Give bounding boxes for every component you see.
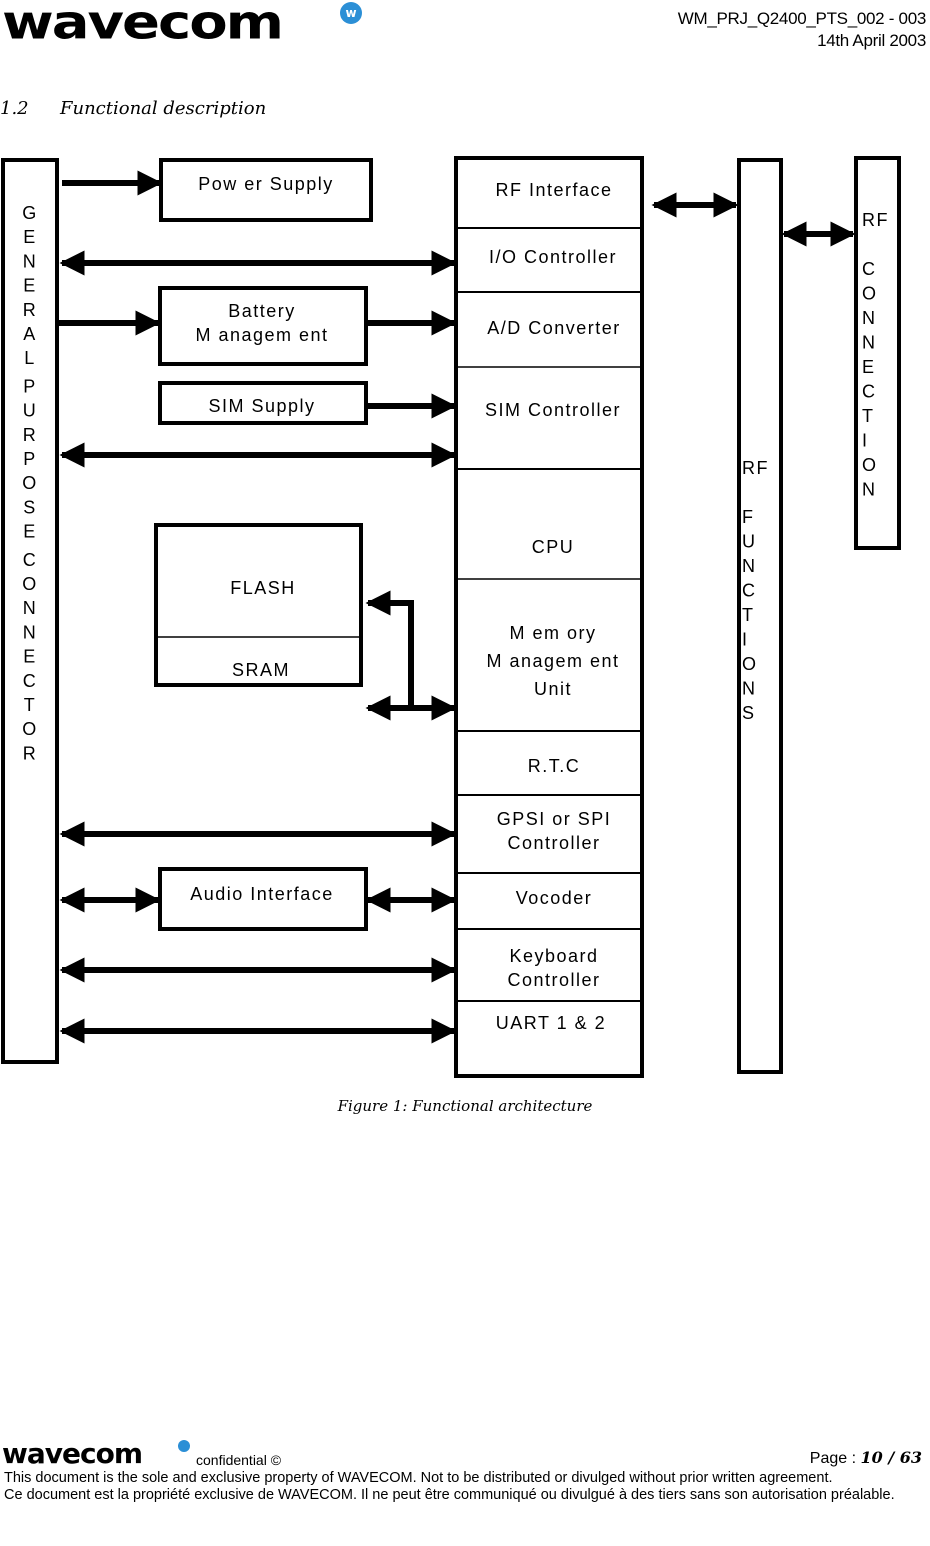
core-column: RF Interface I/O Controller A/D Converte… (454, 156, 644, 1078)
general-purpose-connector-letter: N (23, 598, 38, 618)
ad-converter-label: A/D Converter (487, 318, 621, 338)
rf-functions-letter: T (742, 605, 755, 625)
general-purpose-connector-letter: C (23, 550, 38, 570)
general-purpose-connector-letter: R (23, 300, 38, 320)
general-purpose-connector-letter: U (23, 401, 38, 421)
sim-controller-label: SIM Controller (485, 400, 621, 420)
general-purpose-connector-letter: G (22, 203, 38, 223)
rf-functions-letter: N (742, 679, 757, 699)
footer-wavecom-logo: wavecom (2, 1437, 143, 1470)
rf-interface-label: RF Interface (495, 180, 612, 200)
flash-label: FLASH (230, 578, 296, 598)
mmu-label-line3: Unit (534, 679, 572, 699)
rf-connection-letter: C (862, 259, 877, 279)
document-date: 14th April 2003 (817, 31, 926, 50)
rf-connection-letter: C (862, 382, 877, 402)
footer-confidential: confidential © (196, 1452, 282, 1468)
page-number: 10 / 63 (860, 1448, 922, 1467)
keyboard-label-line2: Controller (507, 970, 600, 990)
mmu-label-line1: M em ory (509, 623, 596, 643)
general-purpose-connector-letter: C (23, 671, 38, 691)
disclaimer-french: Ce document est la propriété exclusive d… (4, 1487, 895, 1503)
footer-disclaimer: This document is the sole and exclusive … (4, 1470, 924, 1504)
disclaimer-english: This document is the sole and exclusive … (4, 1470, 833, 1486)
section-number: 1.2 (0, 98, 29, 119)
wavecom-logo-mark-icon: w (340, 2, 362, 24)
sram-label: SRAM (232, 660, 290, 680)
general-purpose-connector: GENERALPURPOSECONNECTOR (1, 158, 59, 1064)
rf-connection-letter: T (862, 406, 875, 426)
general-purpose-connector-letter: E (23, 522, 37, 542)
rf-connection-letter: E (862, 357, 876, 377)
general-purpose-connector-letter: N (23, 622, 38, 642)
general-purpose-connector-letter: R (23, 743, 38, 763)
mmu-label-line2: M anagem ent (486, 651, 619, 671)
general-purpose-connector-letter: A (23, 324, 37, 344)
rf-functions-letter: I (742, 630, 749, 650)
rf-functions-letter: O (742, 654, 758, 674)
battery-management-label-line1: Battery (228, 301, 296, 321)
io-controller-label: I/O Controller (489, 247, 617, 267)
rf-connection-letter: RF (862, 210, 889, 230)
footer-page-indicator: Page : 10 / 63 (810, 1448, 922, 1468)
gpsi-label-line1: GPSI or SPI (497, 809, 612, 829)
rtc-label: R.T.C (528, 756, 581, 776)
gpsi-label-line2: Controller (507, 833, 600, 853)
rf-connection-letter: I (862, 431, 869, 451)
rf-connection-letter: O (862, 455, 878, 475)
keyboard-label-line1: Keyboard (509, 946, 598, 966)
rf-functions-letter: F (742, 507, 755, 527)
general-purpose-connector-letter: N (23, 251, 38, 271)
general-purpose-connector-letter: R (23, 425, 38, 445)
sim-supply-label: SIM Supply (208, 396, 315, 416)
figure-caption: Figure 1: Functional architecture (337, 1097, 593, 1115)
general-purpose-connector-letter: P (23, 376, 37, 396)
section-title: Functional description (60, 98, 267, 119)
section-heading: 1.2 Functional description (0, 98, 266, 119)
power-supply-label: Pow er Supply (198, 174, 334, 194)
rf-connection-letter: O (862, 284, 878, 304)
sim-supply-block: SIM Supply (158, 381, 368, 425)
audio-interface-block: Audio Interface (158, 867, 368, 931)
document-id: WM_PRJ_Q2400_PTS_002 - 003 (677, 9, 927, 28)
rf-functions-letter: U (742, 532, 757, 552)
rf-functions-letter: N (742, 556, 757, 576)
rf-connection-letter: N (862, 308, 877, 328)
functional-architecture-diagram: GENERALPURPOSECONNECTOR Pow er Supply Ba… (1, 156, 901, 1078)
power-supply-block: Pow er Supply (159, 158, 373, 222)
general-purpose-connector-letter: T (24, 695, 37, 715)
flash-sram-block: FLASH SRAM (154, 523, 363, 687)
general-purpose-connector-letter: E (23, 647, 37, 667)
general-purpose-connector-letter: P (23, 449, 37, 469)
battery-management-label-line2: M anagem ent (195, 325, 328, 345)
audio-interface-label: Audio Interface (190, 884, 334, 904)
wavecom-logo: wavecom (2, 0, 284, 51)
footer-logo-mark-icon (178, 1440, 190, 1452)
rf-functions-letter: RF (742, 458, 769, 478)
general-purpose-connector-letter: E (23, 276, 37, 296)
arrow-flash-mmu (365, 590, 414, 708)
vocoder-label: Vocoder (516, 888, 593, 908)
page-label: Page : (809, 1450, 861, 1467)
rf-functions-letter: S (742, 703, 756, 723)
document-reference: WM_PRJ_Q2400_PTS_002 - 003 14th April 20… (677, 8, 927, 52)
rf-connection-letter: N (862, 480, 877, 500)
rf-connection-block: RFCONNECTION (854, 156, 901, 550)
general-purpose-connector-letter: O (22, 719, 38, 739)
rf-connection-letter: N (862, 333, 877, 353)
general-purpose-connector-letter: S (23, 497, 37, 517)
rf-functions-letter: C (742, 581, 757, 601)
general-purpose-connector-letter: E (23, 227, 37, 247)
general-purpose-connector-letter: O (22, 574, 38, 594)
cpu-label: CPU (532, 537, 575, 557)
general-purpose-connector-letter: O (22, 473, 38, 493)
general-purpose-connector-letter: L (24, 348, 36, 368)
battery-management-block: Battery M anagem ent (158, 286, 368, 366)
rf-functions-block: RFFUNCTIONS (737, 158, 783, 1074)
uart-label: UART 1 & 2 (496, 1013, 606, 1033)
